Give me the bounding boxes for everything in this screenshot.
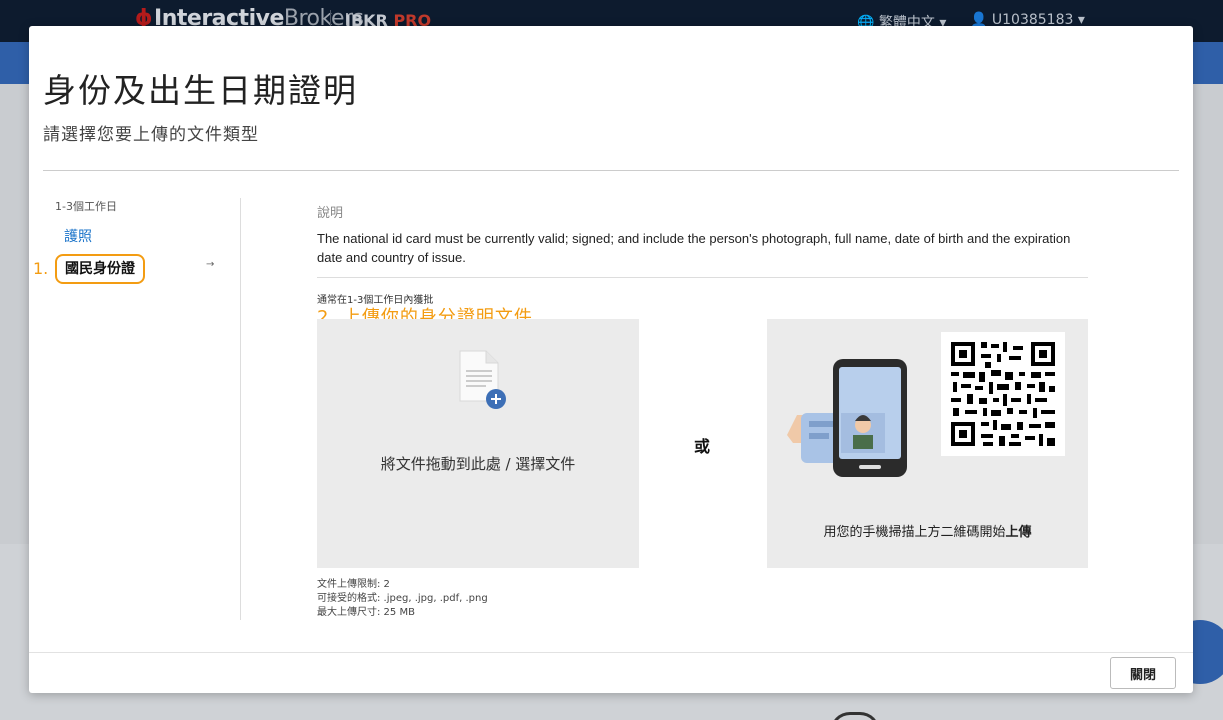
limit-size: 最大上傳尺寸: 25 MB xyxy=(317,607,415,618)
limit-count: 文件上傳限制: 2 xyxy=(317,579,390,590)
background-shape xyxy=(830,712,880,720)
limit-formats: 可接受的格式: .jpeg, .jpg, .pdf, .png xyxy=(317,593,488,604)
file-dropzone[interactable]: 將文件拖動到此處 / 選擇文件 xyxy=(317,319,639,568)
divider xyxy=(317,277,1088,278)
description-heading: 說明 xyxy=(317,206,344,221)
qr-code xyxy=(941,332,1065,456)
upload-limits: 文件上傳限制: 2 可接受的格式: .jpeg, .jpg, .pdf, .pn… xyxy=(317,578,488,620)
document-upload-modal: 身份及出生日期證明 請選擇您要上傳的文件類型 1-3個工作日 護照 1. 國民身… xyxy=(29,26,1193,693)
option-national-id[interactable]: 國民身份證 xyxy=(55,254,145,284)
page-subtitle: 請選擇您要上傳的文件類型 xyxy=(43,125,259,145)
page-title: 身份及出生日期證明 xyxy=(43,71,358,110)
annotation-step-1: 1. xyxy=(33,259,49,278)
divider xyxy=(43,170,1179,171)
mobile-upload-panel: 用您的手機掃描上方二維碼開始上傳 xyxy=(767,319,1088,568)
close-button[interactable]: 關閉 xyxy=(1110,657,1176,689)
processing-days: 1-3個工作日 xyxy=(55,200,117,213)
description-text: The national id card must be currently v… xyxy=(317,231,1071,265)
vertical-divider xyxy=(240,198,241,620)
dropzone-label[interactable]: 將文件拖動到此處 / 選擇文件 xyxy=(317,453,639,474)
or-separator: 或 xyxy=(694,437,711,456)
qr-instruction: 用您的手機掃描上方二維碼開始上傳 xyxy=(823,525,1032,540)
phone-scan-icon xyxy=(787,359,907,477)
arrow-right-icon: → xyxy=(206,259,215,270)
document-add-icon xyxy=(459,350,506,409)
option-passport[interactable]: 護照 xyxy=(64,226,92,246)
footer-divider xyxy=(29,652,1193,653)
